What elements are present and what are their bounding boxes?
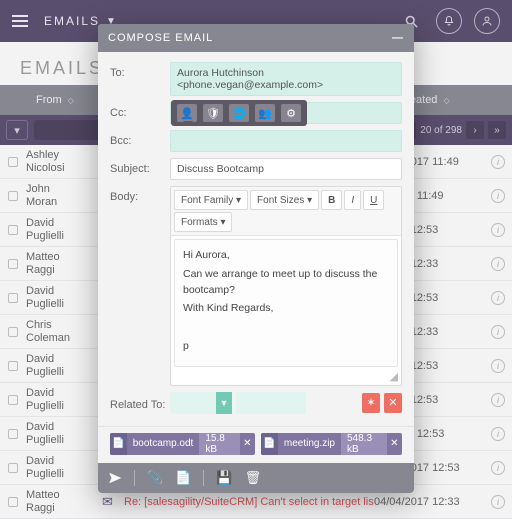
to-label: To:	[110, 62, 170, 79]
bcc-label: Bcc:	[110, 130, 170, 147]
row-info-icon[interactable]: i	[484, 393, 512, 407]
compose-title: COMPOSE EMAIL	[108, 32, 213, 44]
body-textarea[interactable]: Hi Aurora,Can we arrange to meet up to d…	[174, 239, 398, 367]
subject-field[interactable]: Discuss Bootcamp	[170, 158, 402, 180]
discard-icon[interactable]: 🗑	[245, 470, 262, 486]
contact-group-icon[interactable]: 👥	[255, 104, 275, 122]
row-checkbox[interactable]	[0, 395, 26, 405]
envelope-icon: ✉	[102, 494, 124, 510]
row-date: 04/04/2017 12:33	[374, 496, 484, 508]
row-from: AshleyNicolosi	[26, 149, 102, 173]
body-label: Body:	[110, 186, 170, 203]
contact-person-icon[interactable]: 👤	[177, 104, 197, 122]
font-sizes-dropdown[interactable]: Font Sizes ▾	[250, 190, 319, 210]
pager-last-icon[interactable]: »	[488, 121, 506, 139]
row-info-icon[interactable]: i	[484, 189, 512, 203]
contact-gear-icon[interactable]: ⚙	[281, 104, 301, 122]
row-checkbox[interactable]	[0, 259, 26, 269]
row-checkbox[interactable]	[0, 497, 26, 507]
pager-next-icon[interactable]: ›	[466, 121, 484, 139]
contact-globe-icon[interactable]: 🌐	[229, 104, 249, 122]
bcc-field[interactable]	[170, 130, 402, 152]
subject-label: Subject:	[110, 158, 170, 175]
document-icon[interactable]: 📄	[175, 470, 191, 486]
row-from: DavidPuglielli	[26, 217, 102, 241]
attachments-bar: 📄 bootcamp.odt 15.8 kB ✕📄 meeting.zip 54…	[98, 426, 414, 463]
attachment-size: 548.3 kB	[341, 433, 387, 455]
row-info-icon[interactable]: i	[484, 495, 512, 509]
row-checkbox[interactable]	[0, 191, 26, 201]
row-info-icon[interactable]: i	[484, 223, 512, 237]
notifications-icon[interactable]	[436, 8, 462, 34]
row-info-icon[interactable]: i	[484, 359, 512, 373]
italic-button[interactable]: I	[344, 190, 361, 210]
row-from: DavidPuglielli	[26, 387, 102, 411]
compose-footer: 📎 📄 💾 🗑	[98, 463, 414, 493]
attachment-size: 15.8 kB	[199, 433, 239, 455]
save-draft-icon[interactable]: 💾	[216, 470, 232, 486]
row-info-icon[interactable]: i	[484, 461, 512, 475]
send-icon[interactable]	[108, 471, 122, 485]
cc-label: Cc:	[110, 102, 170, 119]
related-type-field[interactable]	[170, 392, 216, 414]
contact-shield-icon[interactable]: 🛡	[203, 104, 223, 122]
row-from: DavidPuglielli	[26, 285, 102, 309]
row-from: DavidPuglielli	[26, 353, 102, 377]
related-clear-button[interactable]: ✕	[384, 393, 402, 413]
row-info-icon[interactable]: i	[484, 325, 512, 339]
underline-button[interactable]: U	[363, 190, 384, 210]
related-record-field[interactable]	[236, 392, 306, 414]
attachment-chip: 📄 bootcamp.odt 15.8 kB ✕	[110, 433, 255, 455]
cc-toolbar: 👤 🛡 🌐 👥 ⚙	[171, 100, 307, 126]
row-from: JohnMoran	[26, 183, 102, 207]
row-checkbox[interactable]	[0, 361, 26, 371]
row-info-icon[interactable]: i	[484, 155, 512, 169]
resize-handle-icon[interactable]: ◢	[171, 370, 401, 385]
row-from: MatteoRaggi	[26, 251, 102, 275]
compose-dialog: COMPOSE EMAIL — To: Aurora Hutchinson <p…	[98, 24, 414, 493]
column-from[interactable]: From◇	[26, 94, 102, 106]
font-family-dropdown[interactable]: Font Family ▾	[174, 190, 248, 210]
attachment-remove-icon[interactable]: ✕	[387, 438, 402, 449]
related-action1-button[interactable]: ✶	[362, 393, 380, 413]
file-icon: 📄	[261, 433, 278, 455]
attach-icon[interactable]: 📎	[147, 470, 163, 486]
row-checkbox[interactable]	[0, 327, 26, 337]
attachment-name: meeting.zip	[278, 438, 341, 449]
row-info-icon[interactable]: i	[484, 257, 512, 271]
user-icon[interactable]	[474, 8, 500, 34]
row-from: ChrisColeman	[26, 319, 102, 343]
attachment-name: bootcamp.odt	[127, 438, 200, 449]
attachment-chip: 📄 meeting.zip 548.3 kB ✕	[261, 433, 402, 455]
row-info-icon[interactable]: i	[484, 427, 512, 441]
sort-icon: ◇	[68, 96, 74, 105]
cc-field[interactable]: 👤 🛡 🌐 👥 ⚙	[170, 102, 402, 124]
row-from: DavidPuglielli	[26, 421, 102, 445]
body-editor: Font Family ▾ Font Sizes ▾ B I U Formats…	[170, 186, 402, 386]
minimize-icon[interactable]: —	[392, 32, 404, 44]
row-checkbox[interactable]	[0, 293, 26, 303]
module-label[interactable]: EMAILS	[44, 14, 100, 28]
bold-button[interactable]: B	[321, 190, 342, 210]
row-from: DavidPuglielli	[26, 455, 102, 479]
row-checkbox[interactable]	[0, 429, 26, 439]
to-field[interactable]: Aurora Hutchinson <phone.vegan@example.c…	[170, 62, 402, 96]
related-type-dropdown-icon[interactable]: ▼	[216, 392, 232, 414]
row-checkbox[interactable]	[0, 463, 26, 473]
formats-dropdown[interactable]: Formats ▾	[174, 212, 232, 232]
row-checkbox[interactable]	[0, 157, 26, 167]
select-all-checkbox[interactable]: ▾	[6, 120, 28, 140]
row-checkbox[interactable]	[0, 225, 26, 235]
compose-header[interactable]: COMPOSE EMAIL —	[98, 24, 414, 52]
pager-label: 20 of 298	[420, 125, 462, 136]
row-info-icon[interactable]: i	[484, 291, 512, 305]
sort-icon: ◇	[443, 96, 449, 105]
editor-toolbar: Font Family ▾ Font Sizes ▾ B I U Formats…	[171, 187, 401, 236]
row-subject[interactable]: Re: [salesagility/SuiteCRM] Can't select…	[124, 496, 374, 508]
row-from: MatteoRaggi	[26, 489, 102, 513]
hamburger-icon[interactable]	[12, 15, 28, 27]
related-label: Related To:	[110, 394, 170, 411]
file-icon: 📄	[110, 433, 127, 455]
attachment-remove-icon[interactable]: ✕	[240, 438, 255, 449]
